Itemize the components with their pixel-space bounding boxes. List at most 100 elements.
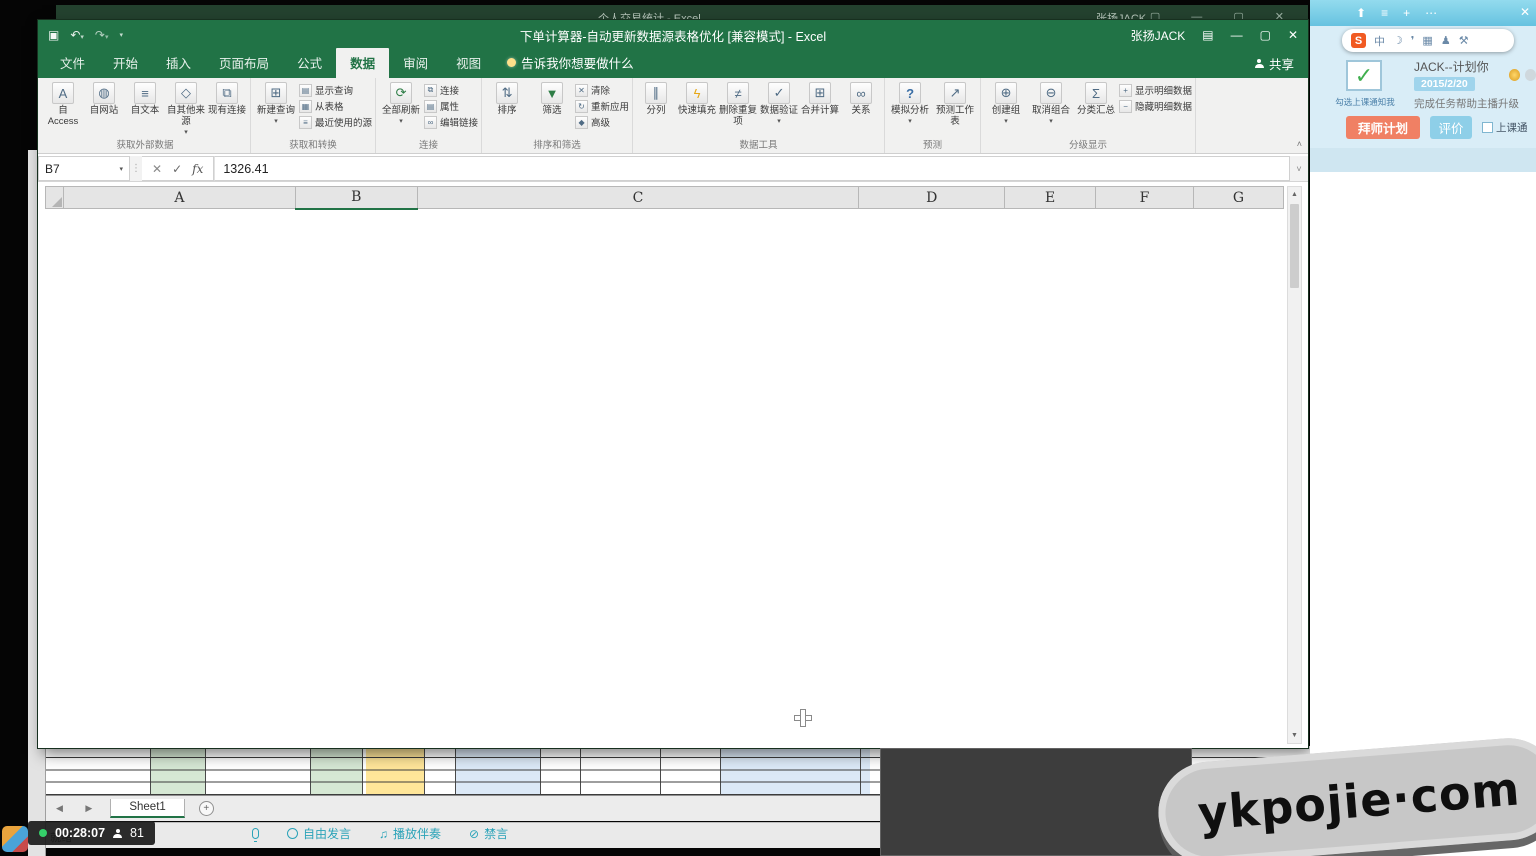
select-all-corner[interactable] — [46, 187, 64, 209]
ribbon-button[interactable]: ?模拟分析▾ — [888, 80, 932, 125]
tab-layout[interactable]: 页面布局 — [205, 48, 283, 78]
column-header-A[interactable]: A — [63, 187, 295, 209]
panel-up-icon[interactable]: ⬆ — [1356, 6, 1366, 20]
sheet-tab-sheet1[interactable]: Sheet1 — [110, 799, 184, 818]
ribbon-button[interactable]: Σ分类汇总 — [1074, 80, 1118, 117]
ribbon-small-button[interactable]: ∞编辑链接 — [424, 115, 478, 129]
ribbon-small-button[interactable]: ▤显示查询 — [299, 83, 372, 97]
consolidate-icon: ⊞ — [809, 82, 831, 104]
mentor-plan-button[interactable]: 拜师计划 — [1346, 116, 1420, 139]
panel-tabs — [1310, 148, 1536, 172]
cancel-icon[interactable]: ✕ — [152, 162, 162, 176]
panel-list-icon[interactable]: ≡ — [1381, 6, 1388, 20]
vertical-scrollbar[interactable]: ▲ ▼ — [1287, 186, 1302, 744]
scroll-up-icon[interactable]: ▲ — [1288, 187, 1301, 202]
enter-icon[interactable]: ✓ — [172, 162, 182, 176]
connections-icon: ⧉ — [424, 84, 437, 97]
class-notify-check-icon[interactable]: ✓ — [1346, 60, 1382, 91]
tab-file[interactable]: 文件 — [46, 48, 99, 78]
class-notify-checkbox-row[interactable]: 上课通 — [1482, 120, 1528, 135]
ribbon-button[interactable]: ✓数据验证▾ — [759, 80, 799, 125]
ribbon-button[interactable]: ⧉现有连接 — [207, 80, 247, 117]
ribbon-small-button[interactable]: ↻重新应用 — [575, 99, 629, 113]
ribbon-small-button[interactable]: ◆高级 — [575, 115, 629, 129]
ribbon-small-button[interactable]: ≡最近使用的源 — [299, 115, 372, 129]
ribbon-button[interactable]: ⊖取消组合▾ — [1029, 80, 1073, 125]
tab-view[interactable]: 视图 — [442, 48, 495, 78]
tell-me-box[interactable]: 告诉我你想要做什么 — [495, 48, 646, 78]
ribbon-button[interactable]: ⇅排序 — [485, 80, 529, 117]
sheet-nav-arrows-icon[interactable]: ◀ ▶ — [46, 803, 110, 814]
ribbon-button[interactable]: ◍自网站 — [84, 80, 124, 117]
panel-more-icon[interactable]: ⋯ — [1425, 6, 1437, 20]
tab-home[interactable]: 开始 — [99, 48, 152, 78]
ime-logo-icon[interactable]: S — [1351, 33, 1366, 48]
ribbon-button[interactable]: ◇自其他来源▾ — [166, 80, 206, 136]
ribbon-group-label: 排序和筛选 — [485, 136, 629, 153]
ribbon-button[interactable]: A自 Access — [43, 80, 83, 128]
ribbon-small-button[interactable]: −隐藏明细数据 — [1119, 99, 1192, 113]
ribbon-button[interactable]: ∞关系 — [841, 80, 881, 117]
ribbon-small-button[interactable]: ▤属性 — [424, 99, 478, 113]
ribbon-small-button[interactable]: ✕清除 — [575, 83, 629, 97]
scroll-down-icon[interactable]: ▼ — [1288, 728, 1301, 743]
ime-moon-icon[interactable]: ☽ — [1393, 34, 1403, 47]
column-header-G[interactable]: G — [1194, 187, 1284, 209]
column-header-C[interactable]: C — [417, 187, 859, 209]
account-user[interactable]: 张扬JACK — [1131, 27, 1186, 44]
formula-input[interactable]: 1326.41 — [214, 156, 1290, 181]
ribbon-button[interactable]: ≡自文本 — [125, 80, 165, 117]
dropdown-caret-icon: ▾ — [274, 117, 278, 125]
checkbox-icon[interactable] — [1482, 122, 1493, 133]
ime-keyboard-icon[interactable]: ▦ — [1422, 34, 1432, 47]
ribbon-button[interactable]: ϟ快速填充 — [677, 80, 717, 117]
panel-plus-icon[interactable]: + — [1403, 6, 1410, 20]
ribbon-button[interactable]: ⊞新建查询▾ — [254, 80, 298, 125]
ribbon-button[interactable]: ↗预测工作表 — [933, 80, 977, 128]
share-button[interactable]: 共享 — [1255, 54, 1294, 73]
rate-button[interactable]: 评价 — [1430, 116, 1472, 139]
minimize-icon[interactable]: — — [1231, 28, 1243, 42]
insert-function-icon[interactable]: fx — [192, 162, 203, 176]
ribbon-button[interactable]: ⊕创建组▾ — [984, 80, 1028, 125]
add-sheet-button[interactable]: + — [199, 801, 214, 816]
ribbon-button[interactable]: ⊞合并计算 — [800, 80, 840, 117]
column-header-B[interactable]: B — [295, 187, 417, 209]
column-header-E[interactable]: E — [1005, 187, 1096, 209]
ribbon-button-label: 自文本 — [131, 106, 160, 117]
ribbon-small-button[interactable]: ▦从表格 — [299, 99, 372, 113]
ime-chinese-mode-icon[interactable]: 中 — [1374, 33, 1385, 49]
play-accompaniment-button[interactable]: ♫ 播放伴奏 — [379, 825, 441, 842]
tab-insert[interactable]: 插入 — [152, 48, 205, 78]
name-box-caret-icon[interactable]: ▾ — [119, 165, 123, 173]
collapse-ribbon-icon[interactable]: ˄ — [1297, 139, 1302, 149]
ime-punctuation-icon[interactable]: ❜ — [1411, 34, 1415, 47]
column-header-F[interactable]: F — [1096, 187, 1194, 209]
free-speech-button[interactable]: 自由发言 — [287, 825, 351, 842]
ribbon-button[interactable]: ∥分列 — [636, 80, 676, 117]
vertical-scroll-thumb[interactable] — [1290, 204, 1299, 288]
tab-review[interactable]: 审阅 — [389, 48, 442, 78]
column-header-D[interactable]: D — [859, 187, 1005, 209]
formula-bar-expand-icon[interactable]: ˅ — [1290, 156, 1308, 181]
name-box[interactable]: B7 ▾ — [38, 156, 130, 181]
ribbon-small-button[interactable]: ⧉连接 — [424, 83, 478, 97]
stream-status-pill: 00:28:07 81 — [28, 821, 155, 845]
ribbon-small-label: 连接 — [440, 83, 459, 97]
ime-skin-icon[interactable]: ♟ — [1441, 34, 1451, 47]
maximize-icon[interactable]: ▢ — [1260, 28, 1271, 42]
ime-toolbox-icon[interactable]: ⚒ — [1459, 34, 1469, 47]
mute-button[interactable]: ⊘ 禁言 — [469, 825, 508, 842]
panel-close-icon[interactable]: ✕ — [1520, 5, 1530, 19]
close-icon[interactable]: ✕ — [1288, 28, 1298, 42]
ribbon-button[interactable]: ▼筛选 — [530, 80, 574, 117]
ribbon-display-options-icon[interactable]: ▤ — [1202, 28, 1213, 42]
screen: 个人交易统计 - Excel 张扬JACK ▢ — ▢ ✕ ◀ ▶ Sheet1… — [0, 0, 1536, 856]
ribbon-button[interactable]: ⟳全部刷新▾ — [379, 80, 423, 125]
tab-formulas[interactable]: 公式 — [283, 48, 336, 78]
ribbon-button[interactable]: ≠删除重复项 — [718, 80, 758, 128]
tab-data[interactable]: 数据 — [336, 48, 389, 78]
titlebar: ▣ ↶▾ ↷▾ ▾ 下单计算器-自动更新数据源表格优化 [兼容模式] - Exc… — [38, 20, 1308, 50]
ribbon-small-button[interactable]: +显示明细数据 — [1119, 83, 1192, 97]
microphone-icon[interactable] — [252, 828, 259, 839]
